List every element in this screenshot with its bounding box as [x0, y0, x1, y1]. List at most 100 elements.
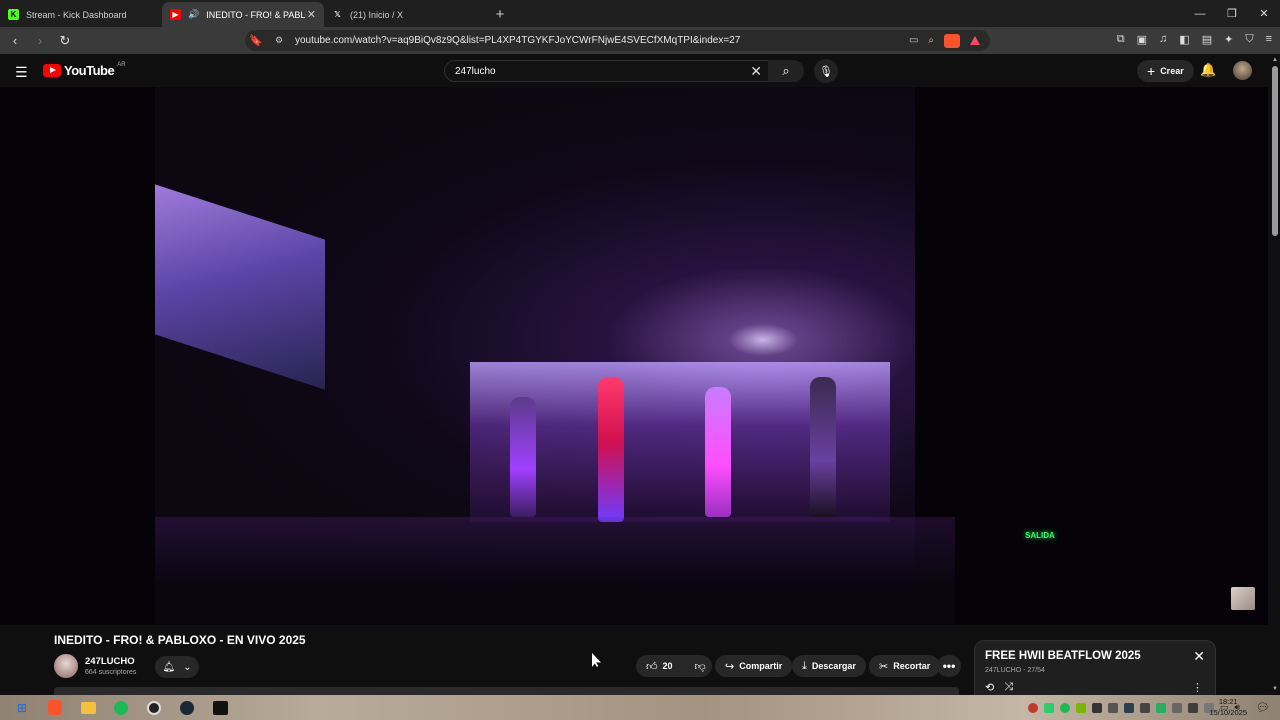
search-value: 247lucho — [455, 65, 496, 77]
search-input[interactable]: 247lucho ✕ — [444, 60, 769, 82]
tray-spotify-icon[interactable] — [1059, 702, 1070, 713]
brave-shields-icon[interactable] — [944, 33, 960, 48]
clock-date: 15/10/2025 — [1209, 708, 1247, 717]
bookmark-icon[interactable]: 🔖 — [249, 34, 263, 47]
scrollbar-thumb[interactable] — [1272, 66, 1278, 236]
user-avatar[interactable] — [1233, 61, 1252, 80]
hamburger-menu-icon[interactable]: ☰ — [15, 64, 28, 81]
close-playlist-icon[interactable]: ✕ — [1193, 648, 1205, 665]
clip-button[interactable]: ✂ Recortar — [869, 655, 941, 677]
video-player[interactable]: SALIDA — [0, 87, 1268, 625]
tray-app-icon[interactable] — [1107, 702, 1118, 713]
search-button[interactable]: ⌕ — [768, 60, 804, 82]
more-icon: ••• — [942, 659, 956, 673]
tray-nvidia-icon[interactable] — [1075, 702, 1086, 713]
thumbs-up-icon[interactable]: 👍︎ — [646, 660, 658, 673]
address-bar[interactable]: 🔖 ⚙ youtube.com/watch?v=aq9BiQv8z9Q&list… — [245, 30, 990, 51]
playlist-panel: FREE HWII BEATFLOW 2025 247LUCHO - 27/54… — [974, 640, 1216, 700]
plus-icon: + — [1147, 63, 1156, 79]
close-tab-icon[interactable]: ✕ — [307, 8, 316, 21]
tab-youtube-video[interactable]: ▶ 🔊 INEDITO - FRO! & PABLOXO - ✕ — [162, 2, 324, 27]
tray-app-icon[interactable] — [1123, 702, 1134, 713]
notifications-bell-icon[interactable]: 🔔 — [1200, 62, 1216, 78]
create-button[interactable]: + Crear — [1137, 60, 1194, 82]
tray-app-icon[interactable] — [1043, 702, 1054, 713]
tray-app-icon[interactable] — [1027, 702, 1038, 713]
tray-app-icon[interactable] — [1091, 702, 1102, 713]
steam-icon[interactable] — [176, 698, 198, 718]
menu-icon[interactable]: ≡ — [1266, 33, 1272, 46]
forward-icon[interactable]: › — [30, 31, 50, 51]
voice-search-button[interactable]: 🎙 — [814, 59, 838, 83]
tab-title: INEDITO - FRO! & PABLOXO - — [206, 9, 306, 20]
minimize-icon[interactable]: — — [1184, 0, 1216, 27]
thumbs-down-icon[interactable]: 👎︎ — [695, 660, 706, 673]
more-actions-button[interactable]: ••• — [937, 655, 961, 677]
channel-avatar[interactable] — [54, 654, 78, 678]
restore-icon[interactable]: ❐ — [1216, 0, 1248, 27]
brave-browser-icon[interactable] — [44, 698, 66, 718]
tab-kick-dashboard[interactable]: K Stream - Kick Dashboard — [0, 2, 162, 27]
tray-app-icon[interactable] — [1187, 702, 1198, 713]
tray-app-icon[interactable] — [1171, 702, 1182, 713]
channel-name[interactable]: 247LUCHO — [85, 656, 135, 667]
window-controls: — ❐ ✕ — [1184, 0, 1280, 27]
sidebar-icon[interactable]: ◧ — [1179, 33, 1189, 46]
playlist-more-icon[interactable]: ⋮ — [1192, 681, 1203, 694]
shuffle-icon[interactable]: ⤨ — [1004, 681, 1013, 694]
site-info-icon[interactable]: ⚙ — [275, 35, 283, 46]
performer-pink — [705, 387, 731, 517]
cast-icon[interactable]: ▭ — [909, 35, 918, 46]
audio-playing-icon[interactable]: 🔊 — [188, 9, 199, 20]
url-text[interactable]: youtube.com/watch?v=aq9BiQv8z9Q&list=PL4… — [295, 35, 740, 46]
channel-watermark[interactable] — [1231, 587, 1255, 610]
tray-app-icon[interactable] — [1139, 702, 1150, 713]
extensions-icon[interactable]: ⧉ — [1117, 33, 1125, 46]
windows-start-icon[interactable]: ⊞ — [11, 698, 33, 718]
app-icon[interactable] — [209, 698, 231, 718]
youtube-icon: ▶ — [170, 9, 181, 20]
zoom-icon[interactable]: ⌕ — [928, 35, 934, 46]
like-count[interactable]: 20 — [663, 661, 673, 671]
download-button[interactable]: ⤓ Descargar — [792, 655, 866, 677]
loop-icon[interactable]: ⟲ — [985, 681, 994, 694]
file-explorer-icon[interactable] — [77, 698, 99, 718]
kick-icon: K — [8, 9, 19, 20]
vpn-icon[interactable]: ⛉ — [1245, 33, 1253, 46]
back-icon[interactable]: ‹ — [5, 31, 25, 51]
subscription-bell-button[interactable]: 🔔︎ ⌄ — [155, 656, 199, 678]
scroll-down-icon[interactable]: ▼ — [1272, 686, 1278, 692]
youtube-wordmark: YouTube — [64, 63, 115, 78]
system-clock[interactable]: 18:21 15/10/2025 — [1209, 696, 1247, 718]
clock-time: 18:21 — [1218, 697, 1238, 706]
exit-sign: SALIDA — [1025, 531, 1055, 540]
tray-app-icon[interactable] — [1155, 702, 1166, 713]
share-label: Compartir — [739, 661, 783, 671]
wallet-icon[interactable]: ▤ — [1202, 33, 1212, 46]
clear-search-icon[interactable]: ✕ — [750, 63, 762, 80]
browser-toolbar: ‹ › ↻ 🔖 ⚙ youtube.com/watch?v=aq9BiQv8z9… — [0, 27, 1280, 54]
playlist-subtitle: 247LUCHO - 27/54 — [985, 667, 1045, 674]
windows-taskbar: ⊞ ▭ 🔊︎ 18:21 15/10/2025 💬︎ — [0, 695, 1280, 720]
scroll-up-icon[interactable]: ▲ — [1272, 57, 1278, 63]
page-scrollbar[interactable]: ▲ ▼ — [1270, 54, 1280, 695]
share-button[interactable]: ↪ Compartir — [715, 655, 793, 677]
performer-left — [510, 397, 536, 517]
tab-x-home[interactable]: 𝕏 (21) Inicio / X — [324, 2, 486, 27]
close-window-icon[interactable]: ✕ — [1248, 0, 1280, 27]
brave-rewards-icon[interactable] — [970, 36, 980, 45]
leo-ai-icon[interactable]: ✦ — [1224, 33, 1233, 46]
youtube-logo[interactable]: YouTube AR — [43, 62, 126, 78]
download-label: Descargar — [811, 661, 856, 671]
bell-icon: 🔔︎ — [162, 661, 176, 673]
clip-label: Recortar — [893, 661, 931, 671]
playlist-title[interactable]: FREE HWII BEATFLOW 2025 — [985, 650, 1141, 662]
notification-center-icon[interactable]: 💬︎ — [1256, 701, 1270, 714]
screenshot-icon[interactable]: ▣ — [1137, 33, 1147, 46]
reload-icon[interactable]: ↻ — [55, 31, 75, 51]
obs-icon[interactable] — [143, 698, 165, 718]
spotify-icon[interactable] — [110, 698, 132, 718]
media-icon[interactable]: ♫ — [1159, 33, 1167, 46]
new-tab-button[interactable]: + — [486, 2, 514, 27]
download-icon: ⤓ — [802, 659, 807, 672]
